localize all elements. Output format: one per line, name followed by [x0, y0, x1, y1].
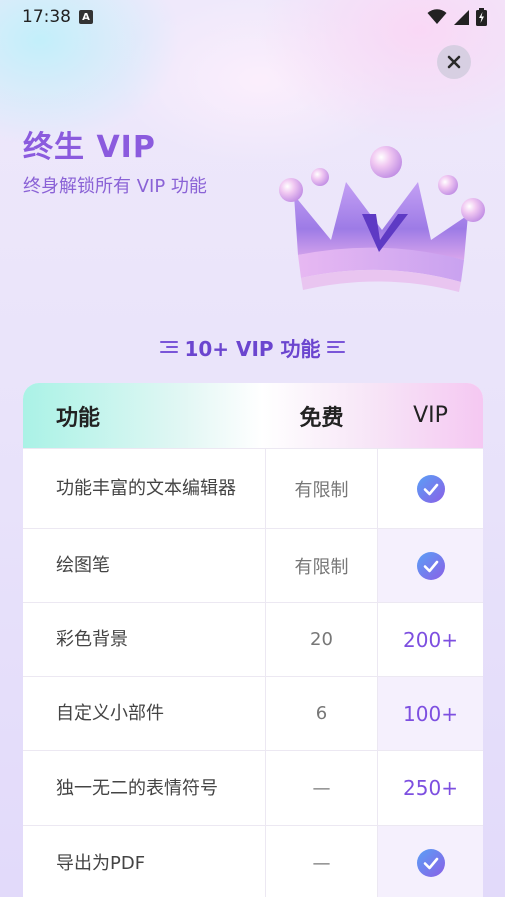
feature-name: 彩色背景 [56, 629, 128, 650]
close-icon [447, 55, 461, 69]
status-right [427, 8, 487, 26]
feature-name: 自定义小部件 [23, 677, 265, 750]
table-body: 功能丰富的文本编辑器 有限制 绘图笔 有限制 彩色背景 20 200+ 自定义小部件 6 100+… [23, 448, 483, 897]
feature-name: 独一无二的表情符号 [56, 777, 218, 799]
table-header: 功能 免费 VIP [23, 383, 483, 448]
feature-name: 绘图笔 [23, 529, 265, 602]
table-row: 功能丰富的文本编辑器 有限制 [23, 448, 483, 528]
crown-icon [279, 146, 485, 292]
checkmark-icon [416, 551, 445, 580]
feature-comparison-table: 功能 免费 VIP 功能丰富的文本编辑器 有限制 绘图笔 有限制 彩色背景 20 200+ 自… [23, 383, 483, 897]
table-row: 彩色背景 20 200+ [23, 602, 483, 676]
table-row: 独一无二的表情符号 — 250+ [23, 750, 483, 825]
wifi-icon [427, 9, 447, 24]
status-time: 17:38 [22, 7, 71, 27]
table-row: 自定义小部件 6 100+ [23, 676, 483, 750]
free-value: 有限制 [265, 449, 378, 528]
vip-value: 200+ [403, 627, 458, 652]
free-value: — [265, 751, 378, 825]
checkmark-icon [416, 474, 445, 503]
vip-included [378, 449, 483, 528]
table-row: 绘图笔 有限制 [23, 528, 483, 602]
signal-icon [454, 9, 469, 25]
vip-value: 100+ [378, 677, 483, 750]
free-value: 有限制 [265, 529, 378, 602]
free-value: 20 [265, 603, 378, 676]
status-left: 17:38 A [22, 7, 93, 27]
battery-icon [476, 8, 487, 26]
decorative-lines-left [160, 341, 179, 353]
decorative-lines-right [326, 341, 345, 353]
column-header-free: 免费 [299, 405, 344, 431]
vip-included [378, 529, 483, 602]
checkmark-icon [416, 849, 445, 877]
feature-name: 导出为PDF [23, 826, 265, 897]
page-title: 终生 VIP [23, 130, 156, 165]
close-button[interactable] [437, 45, 471, 79]
a-icon: A [79, 10, 93, 24]
free-value: 6 [265, 677, 378, 750]
column-header-feature: 功能 [56, 405, 101, 431]
vip-included [378, 826, 483, 897]
status-bar: 17:38 A [0, 0, 505, 34]
column-header-vip: VIP [413, 403, 448, 428]
section-heading-text: 10+ VIP 功能 [184, 336, 321, 361]
free-value: — [265, 826, 378, 897]
table-row: 导出为PDF — [23, 825, 483, 897]
page-subtitle: 终身解锁所有 VIP 功能 [23, 176, 207, 197]
feature-name: 功能丰富的文本编辑器 [56, 478, 236, 499]
section-heading: 10+ VIP 功能 [0, 333, 505, 361]
vip-value: 250+ [403, 776, 458, 800]
